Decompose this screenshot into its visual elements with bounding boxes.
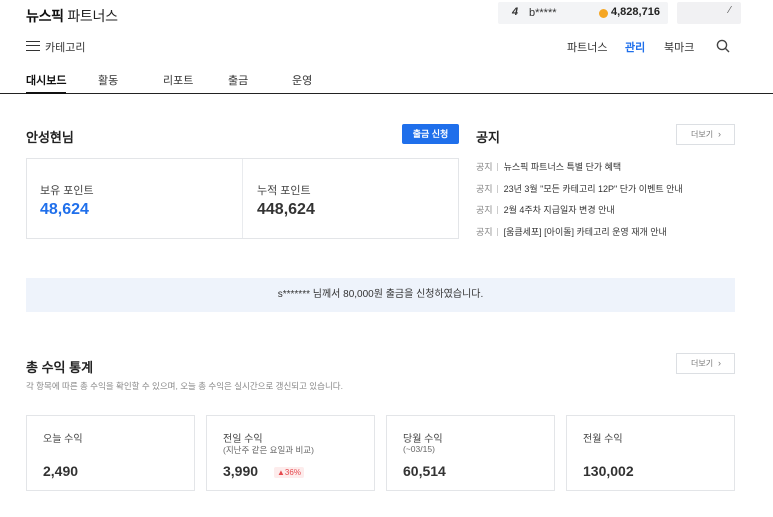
notice-tag: 공지 [476, 227, 493, 237]
stats-more-button[interactable]: 더보기 › [676, 353, 735, 374]
main-nav: 카테고리 파트너스 관리 북마크 [0, 34, 773, 58]
notice-item[interactable]: 공지 2월 4주차 지급일자 변경 안내 [476, 203, 615, 216]
tab-dashboard[interactable]: 대시보드 [26, 72, 67, 94]
avatar[interactable] [677, 2, 741, 24]
coin-balance: 4,828,716 [611, 6, 660, 18]
stat-sublabel: (지난주 같은 요일과 비교) [223, 445, 314, 455]
user-name: b***** [529, 7, 557, 19]
notice-more-button[interactable]: 더보기 › [676, 124, 735, 145]
withdraw-request-button[interactable]: 출금 신청 [402, 124, 459, 144]
tab-activity[interactable]: 활동 [98, 72, 118, 94]
stat-change-badge: ▲36% [274, 467, 304, 478]
notice-separator [496, 163, 498, 171]
tab-operation[interactable]: 운영 [292, 72, 312, 94]
user-level-badge: 4 [512, 6, 519, 18]
stat-label: 당월 수익 [403, 434, 443, 445]
notice-item[interactable]: 공지 뉴스픽 파트너스 특별 단가 혜택 [476, 160, 621, 173]
notice-tag: 공지 [476, 162, 493, 172]
nav-link-bookmark[interactable]: 북마크 [664, 39, 694, 55]
brand-logo[interactable]: 뉴스픽 파트너스 [26, 6, 118, 26]
stat-label: 전일 수익 [223, 434, 263, 445]
stats-title: 총 수익 통계 [26, 360, 94, 375]
notice-tag: 공지 [476, 205, 493, 215]
notice-text: 2월 4주차 지급일자 변경 안내 [503, 205, 615, 215]
points-card: 보유 포인트 48,624 누적 포인트 448,624 [26, 158, 459, 239]
stats-more-label: 더보기 [691, 359, 714, 368]
chevron-down-icon[interactable]: ⁄ [729, 5, 731, 16]
notice-text: 23년 3월 "모든 카테고리 12P" 단가 이벤트 안내 [503, 184, 683, 194]
stat-card-last-month: 전월 수익 130,002 [566, 415, 735, 491]
held-points-label: 보유 포인트 [40, 185, 94, 197]
notice-separator [496, 206, 498, 214]
stats-description: 각 항목에 따른 총 수익을 확인할 수 있으며, 오늘 총 수익은 실시간으로… [26, 381, 343, 391]
brand-name-bold: 뉴스픽 [26, 8, 64, 24]
stat-value: 60,514 [403, 463, 446, 479]
total-points-label: 누적 포인트 [257, 185, 311, 197]
notice-text: 뉴스픽 파트너스 특별 단가 혜택 [503, 162, 622, 172]
menu-icon[interactable] [26, 41, 40, 51]
stat-value: 3,990 [223, 463, 259, 479]
notice-item[interactable]: 공지 23년 3월 "모든 카테고리 12P" 단가 이벤트 안내 [476, 182, 683, 195]
stat-sublabel: (~03/15) [403, 444, 435, 454]
held-points-value: 48,624 [40, 201, 89, 218]
user-info[interactable]: 4 b***** 4,828,716 [498, 2, 668, 24]
notice-item[interactable]: 공지 [움큼세포] [아이돌] 카테고리 운영 재개 안내 [476, 225, 667, 238]
chevron-right-icon: › [718, 129, 721, 139]
stat-label: 전월 수익 [583, 434, 623, 445]
notice-more-label: 더보기 [691, 130, 714, 139]
notice-tag: 공지 [476, 184, 493, 194]
divider [242, 159, 243, 238]
stat-value: 2,490 [43, 463, 79, 479]
stat-card-yesterday: 전일 수익 (지난주 같은 요일과 비교) 3,990 ▲36% [206, 415, 375, 491]
greeting-title: 안성현님 [26, 130, 74, 145]
notice-text: [움큼세포] [아이돌] 카테고리 운영 재개 안내 [503, 227, 667, 237]
stat-label: 오늘 수익 [43, 434, 83, 445]
dashboard-tabs: 대시보드 활동 리포트 출금 운영 [0, 64, 773, 94]
nav-link-manage[interactable]: 관리 [625, 39, 645, 55]
withdraw-notice-banner: s******* 님께서 80,000원 출금을 신청하였습니다. [26, 278, 735, 312]
stat-card-today: 오늘 수익 2,490 [26, 415, 195, 491]
notice-separator [496, 185, 498, 193]
category-menu-label[interactable]: 카테고리 [45, 39, 85, 55]
notice-separator [496, 228, 498, 236]
coin-icon [599, 9, 608, 18]
chevron-right-icon: › [718, 358, 721, 368]
tab-report[interactable]: 리포트 [163, 72, 193, 94]
tab-withdraw[interactable]: 출금 [228, 72, 248, 94]
search-icon[interactable] [716, 39, 730, 53]
brand-name-rest: 파트너스 [67, 8, 118, 24]
total-points-value: 448,624 [257, 201, 315, 218]
stat-card-this-month: 당월 수익 (~03/15) 60,514 [386, 415, 555, 491]
top-bar: 뉴스픽 파트너스 4 b***** 4,828,716 ⁄ [0, 0, 773, 30]
stat-value: 130,002 [583, 463, 634, 479]
nav-link-partners[interactable]: 파트너스 [567, 39, 607, 55]
notice-title: 공지 [476, 130, 500, 145]
